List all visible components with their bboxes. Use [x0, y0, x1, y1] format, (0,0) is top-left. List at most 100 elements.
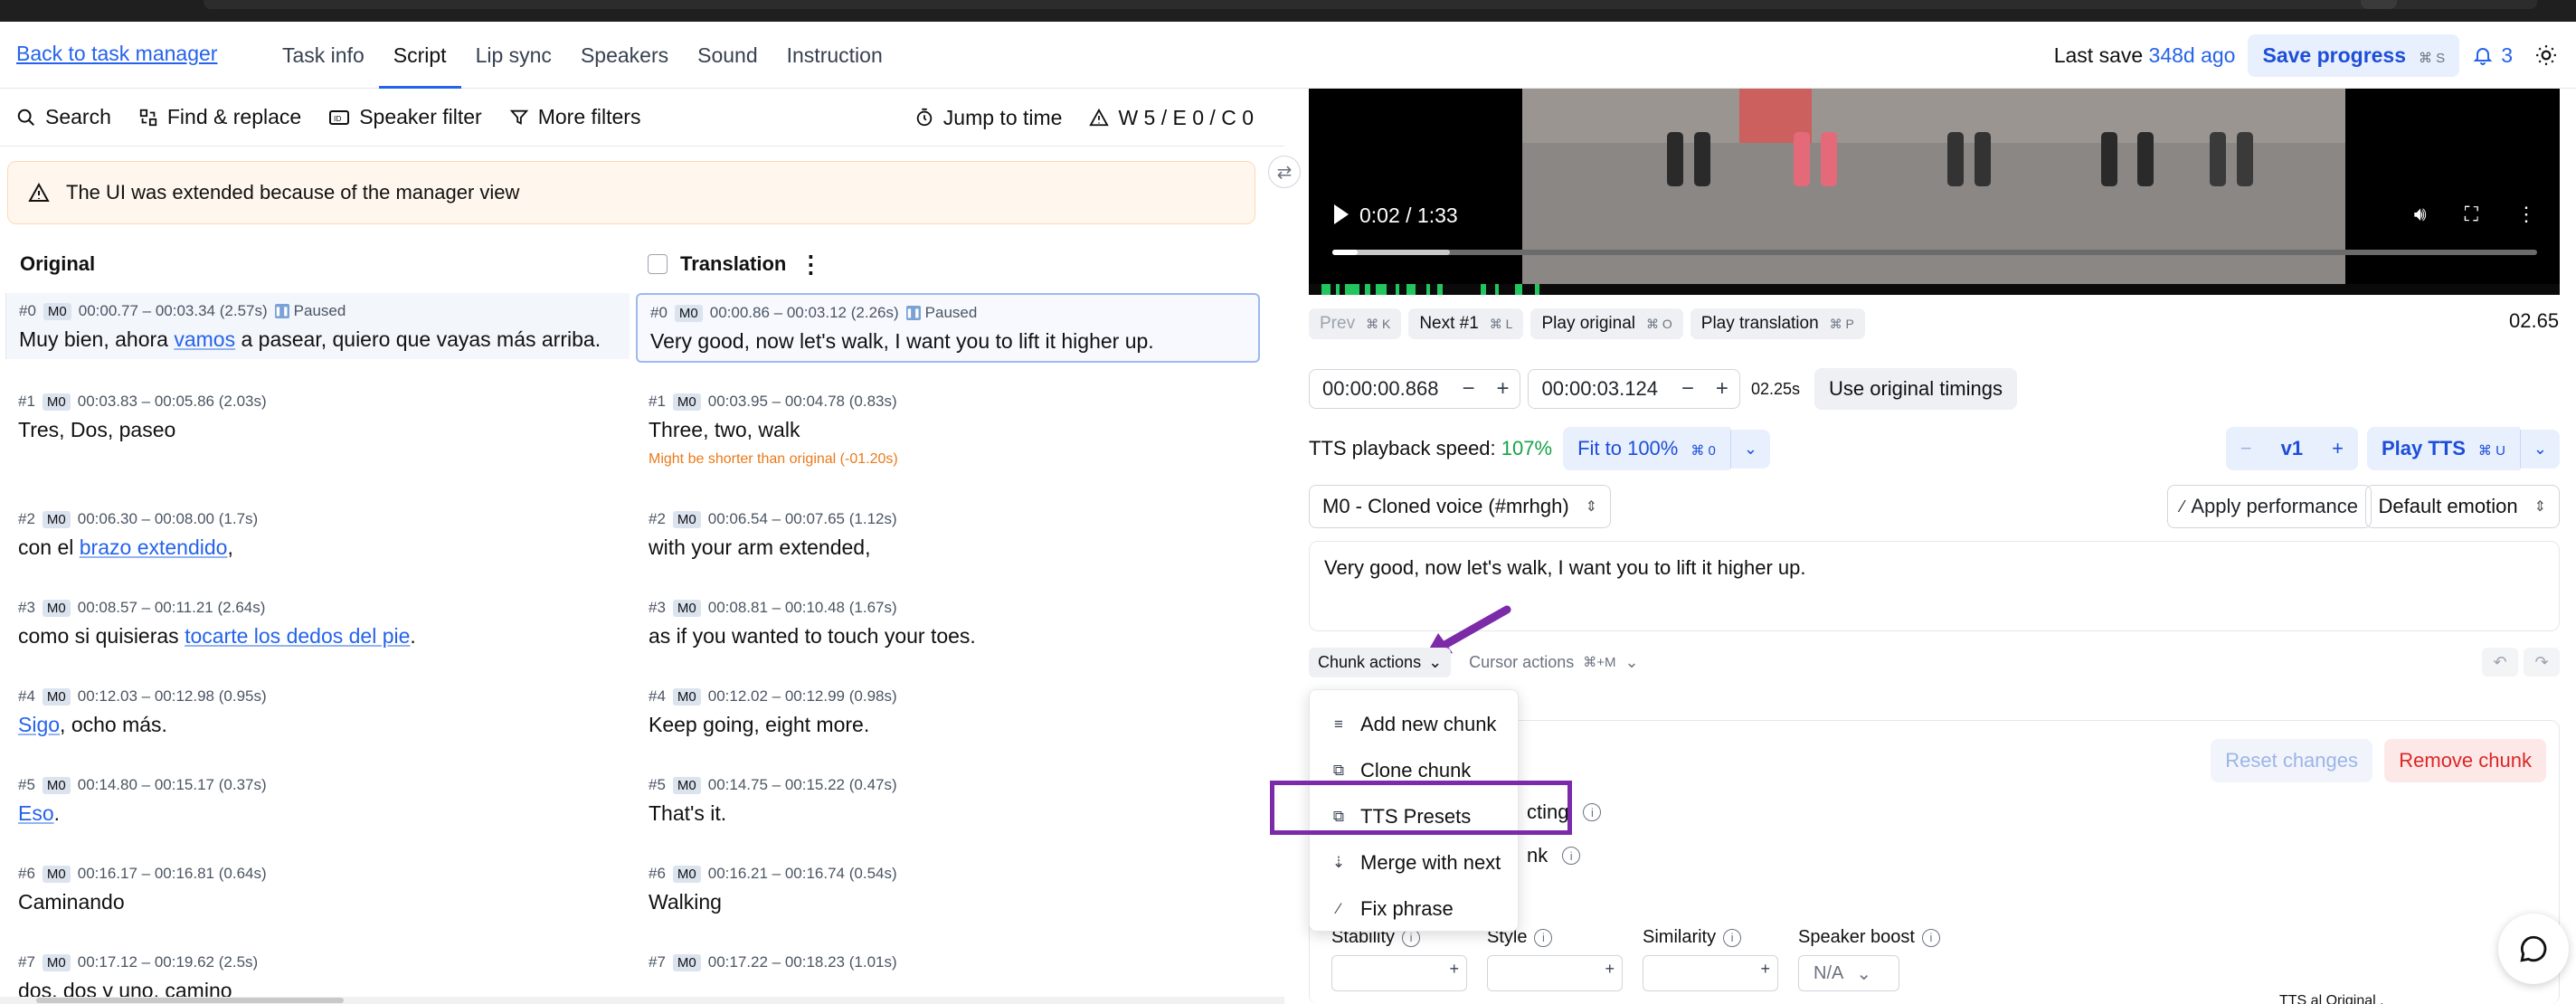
stability-input[interactable]: +: [1331, 955, 1467, 991]
play-translation-button[interactable]: Play translation ⌘ P: [1690, 308, 1865, 339]
original-segment[interactable]: #5 M0 00:14.80 – 00:15.17 (0.37s) Eso.: [5, 767, 630, 833]
speaker-badge[interactable]: M0: [42, 687, 71, 706]
tab-instruction[interactable]: Instruction: [772, 22, 897, 89]
segment-text[interactable]: como si quisieras tocarte los dedos del …: [18, 624, 617, 649]
speaker-badge[interactable]: M0: [672, 953, 701, 971]
segment-text[interactable]: con el brazo extendido,: [18, 535, 617, 560]
remove-chunk-button[interactable]: Remove chunk: [2384, 739, 2546, 782]
translation-segment[interactable]: #6 M0 00:16.21 – 00:16.74 (0.54s) Walking: [636, 856, 1260, 922]
similarity-increment[interactable]: +: [1760, 960, 1770, 979]
speaker-badge[interactable]: M0: [42, 776, 71, 794]
play-original-button[interactable]: Play original ⌘ O: [1530, 308, 1683, 339]
start-time-field[interactable]: 00:00:00.868 − +: [1309, 369, 1521, 409]
segment-text[interactable]: Very good, now let's walk, I want you to…: [650, 329, 1245, 354]
segment-text[interactable]: Sigo, ocho más.: [18, 713, 617, 737]
undo-icon[interactable]: ↶: [2482, 648, 2518, 677]
segment-text[interactable]: as if you wanted to touch your toes.: [649, 624, 1247, 649]
end-time-field[interactable]: 00:00:03.124 − +: [1528, 369, 1740, 409]
end-time-value[interactable]: 00:00:03.124: [1529, 377, 1670, 401]
speaker-badge[interactable]: M0: [672, 510, 701, 528]
segment-text[interactable]: Three, two, walk: [649, 418, 1247, 442]
speaker-boost-select[interactable]: N/A ⌄: [1798, 955, 1899, 991]
speaker-badge[interactable]: M0: [42, 393, 71, 411]
version-decrement[interactable]: −: [2225, 427, 2267, 470]
translation-segment[interactable]: #2 M0 00:06.54 – 00:07.65 (1.12s) with your…: [636, 501, 1260, 567]
find-replace-button[interactable]: Find & replace: [138, 105, 301, 129]
stability-increment[interactable]: +: [1449, 960, 1459, 979]
play-tts-chevron-down-icon[interactable]: ⌄: [2519, 429, 2560, 469]
chat-support-button[interactable]: [2498, 914, 2569, 984]
original-segment[interactable]: #6 M0 00:16.17 – 00:16.81 (0.64s) Caminando: [5, 856, 630, 922]
search-button[interactable]: Search: [16, 105, 111, 129]
tab-task-info[interactable]: Task info: [268, 22, 379, 89]
menu-item-fix-phrase[interactable]: ⁄ Fix phrase: [1310, 886, 1518, 932]
segment-text[interactable]: Keep going, eight more.: [649, 713, 1247, 737]
original-segment[interactable]: #3 M0 00:08.57 – 00:11.21 (2.64s) como si q…: [5, 590, 630, 656]
fit-to-100-button[interactable]: Fit to 100% ⌘ 0: [1563, 427, 1730, 470]
prev-button[interactable]: Prev ⌘ K: [1309, 308, 1402, 339]
start-time-decrement[interactable]: −: [1451, 376, 1485, 402]
segment-text[interactable]: Walking: [649, 890, 1247, 914]
highlighted-term[interactable]: brazo extendido: [80, 535, 228, 559]
notifications-button[interactable]: 3: [2472, 43, 2513, 68]
speaker-badge[interactable]: M0: [672, 687, 701, 706]
tab-script[interactable]: Script: [378, 22, 461, 89]
highlighted-term[interactable]: vamos: [174, 327, 235, 351]
speaker-badge[interactable]: M0: [672, 865, 701, 883]
use-original-timings-button[interactable]: Use original timings: [1814, 368, 2017, 410]
translation-segment[interactable]: #3 M0 00:08.81 – 00:10.48 (1.67s) as if you…: [636, 590, 1260, 656]
end-time-increment[interactable]: +: [1705, 376, 1739, 402]
segment-text[interactable]: That's it.: [649, 801, 1247, 826]
original-segment[interactable]: #7 M0 00:17.12 – 00:19.62 (2.5s) dos, dos y…: [5, 944, 630, 1004]
original-segment[interactable]: #0 M0 00:00.77 – 00:03.34 (2.57s) ❚❚ Paused M…: [5, 293, 630, 359]
fullscreen-icon[interactable]: ⛶: [2465, 203, 2478, 226]
version-increment[interactable]: +: [2317, 427, 2358, 470]
speaker-badge[interactable]: M0: [672, 599, 701, 617]
warnings-counter[interactable]: W 5 / E 0 / C 0: [1089, 106, 1254, 130]
translation-select-all-checkbox[interactable]: [648, 254, 668, 274]
similarity-input[interactable]: +: [1643, 955, 1778, 991]
next-button[interactable]: Next #1 ⌘ L: [1408, 308, 1524, 339]
menu-item-merge-with-next[interactable]: ⇣ Merge with next: [1310, 839, 1518, 886]
segment-text[interactable]: Tres, Dos, paseo: [18, 418, 617, 442]
end-time-decrement[interactable]: −: [1671, 376, 1705, 402]
speaker-badge[interactable]: M0: [42, 865, 71, 883]
apply-performance-button[interactable]: ⁄ Apply performance: [2167, 485, 2372, 528]
speaker-badge[interactable]: M0: [42, 510, 71, 528]
redo-icon[interactable]: ↷: [2524, 648, 2560, 677]
highlighted-term[interactable]: tocarte los dedos del pie: [185, 624, 410, 648]
segment-text[interactable]: Eso.: [18, 801, 617, 826]
translation-segment[interactable]: #1 M0 00:03.95 – 00:04.78 (0.83s) Three, tw…: [636, 384, 1260, 475]
play-tts-button[interactable]: Play TTS ⌘ U: [2366, 427, 2520, 470]
speaker-badge[interactable]: M0: [43, 302, 71, 320]
start-time-increment[interactable]: +: [1485, 376, 1520, 402]
speaker-badge[interactable]: M0: [42, 953, 71, 971]
swap-columns-icon[interactable]: ⇄: [1268, 156, 1301, 188]
theme-toggle-sun-icon[interactable]: [2534, 43, 2558, 67]
translation-segment[interactable]: #7 M0 00:17.22 – 00:18.23 (1.01s): [636, 944, 1260, 986]
speaker-badge[interactable]: M0: [674, 304, 703, 322]
more-options-icon[interactable]: ⋮: [2516, 203, 2536, 226]
audio-waveform[interactable]: [1309, 284, 2560, 295]
original-segment[interactable]: #1 M0 00:03.83 – 00:05.86 (2.03s) Tres, Dos…: [5, 384, 630, 450]
highlighted-term[interactable]: Eso: [18, 801, 54, 825]
speaker-badge[interactable]: M0: [42, 599, 71, 617]
voice-select[interactable]: M0 - Cloned voice (#mrhgh) ⇕: [1309, 485, 1612, 528]
style-increment[interactable]: +: [1605, 960, 1615, 979]
more-filters-button[interactable]: More filters: [509, 105, 640, 129]
back-to-task-manager-link[interactable]: Back to task manager: [16, 42, 217, 66]
option-chunk[interactable]: nk i: [1527, 844, 1581, 867]
chunk-actions-button[interactable]: Chunk actions ⌄: [1309, 647, 1452, 677]
play-icon[interactable]: [1334, 204, 1349, 224]
original-segment[interactable]: #2 M0 00:06.30 – 00:08.00 (1.7s) con el bra…: [5, 501, 630, 567]
video-progress-bar[interactable]: [1332, 250, 2537, 255]
highlighted-term[interactable]: Sigo: [18, 713, 60, 736]
cursor-actions-button[interactable]: Cursor actions ⌘+M ⌄: [1460, 648, 1647, 677]
speaker-badge[interactable]: M0: [672, 393, 701, 411]
emotion-select[interactable]: Default emotion ⇕: [2364, 485, 2560, 528]
horizontal-scrollbar[interactable]: [0, 997, 1284, 1004]
tab-speakers[interactable]: Speakers: [566, 22, 683, 89]
save-progress-button[interactable]: Save progress ⌘ S: [2248, 33, 2460, 77]
segment-text[interactable]: with your arm extended,: [649, 535, 1247, 560]
translation-segment[interactable]: #5 M0 00:14.75 – 00:15.22 (0.47s) That's it…: [636, 767, 1260, 833]
